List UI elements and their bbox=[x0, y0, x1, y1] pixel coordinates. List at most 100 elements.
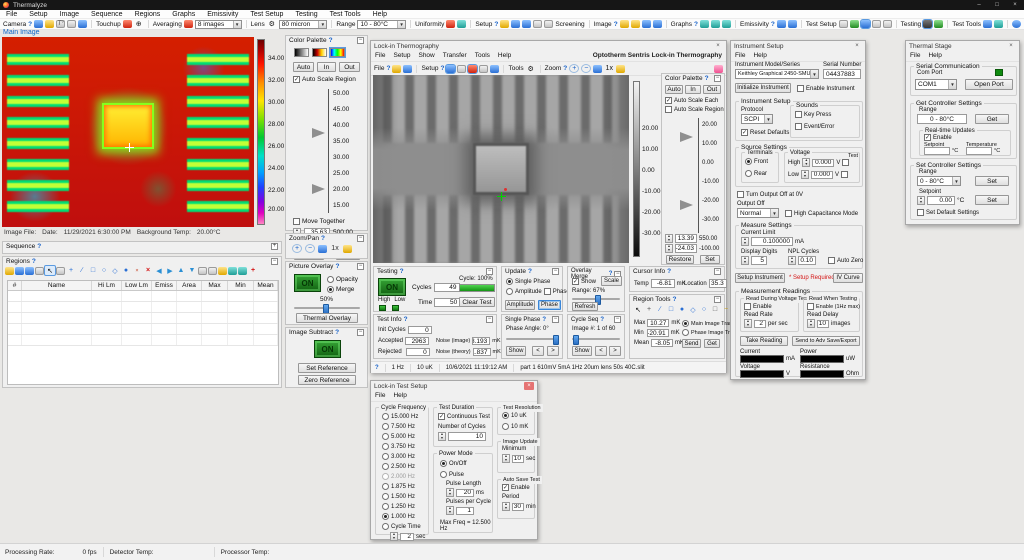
freq-7500-radio[interactable] bbox=[382, 423, 389, 430]
regions-draw-rect-icon[interactable]: □ bbox=[88, 266, 98, 275]
display-digits-field[interactable]: 5 bbox=[751, 256, 767, 265]
minimum-spinner[interactable]: ▲▼ bbox=[502, 454, 510, 463]
on-off-radio[interactable] bbox=[440, 460, 447, 467]
auto-scale-each-checkbox[interactable]: ✓ bbox=[665, 97, 672, 104]
touchup-toggle-icon[interactable] bbox=[123, 20, 132, 28]
phase-angle-thumb[interactable] bbox=[553, 335, 559, 345]
palette-grayscale-icon[interactable] bbox=[294, 48, 309, 57]
period-spinner[interactable]: ▲▼ bbox=[502, 502, 510, 511]
output-off-caret-icon[interactable]: ▼ bbox=[770, 209, 778, 217]
menu-sequence[interactable]: Sequence bbox=[85, 11, 129, 18]
testing-help-icon[interactable]: ? bbox=[400, 268, 404, 275]
menu-emissivity[interactable]: Emissivity bbox=[201, 11, 244, 18]
set-range-button[interactable]: Set bbox=[975, 176, 1009, 186]
touchup-target-icon[interactable]: ⊕ bbox=[134, 20, 144, 29]
graphs-help-icon[interactable]: ? bbox=[694, 21, 698, 28]
test-setup-stage-icon[interactable] bbox=[872, 20, 881, 28]
lockin-marker-icon[interactable] bbox=[714, 65, 723, 73]
palette-auto-button[interactable]: Auto bbox=[293, 62, 314, 72]
table-row[interactable] bbox=[8, 324, 278, 335]
regions-send-table-icon[interactable] bbox=[238, 267, 247, 275]
stage-menu-file[interactable]: File bbox=[910, 52, 920, 59]
test-info-help-icon[interactable]: ? bbox=[404, 316, 408, 323]
lockin-zoom-fit-icon[interactable] bbox=[593, 65, 602, 73]
model-select[interactable]: Keithley Graphical 2450-SMU▼ bbox=[735, 69, 819, 79]
freq-3000-radio[interactable] bbox=[382, 453, 389, 460]
period-field[interactable]: 30 bbox=[512, 503, 524, 511]
serial-field[interactable]: 04437883 bbox=[823, 69, 861, 79]
col-max[interactable]: Max bbox=[202, 281, 228, 290]
setup-open-icon[interactable] bbox=[500, 20, 509, 28]
table-row[interactable] bbox=[8, 291, 278, 302]
uniformity-toggle-icon[interactable] bbox=[446, 20, 455, 28]
update-phase-checkbox[interactable] bbox=[544, 288, 551, 295]
regions-copy-icon[interactable] bbox=[208, 267, 217, 275]
freq-1000-radio[interactable] bbox=[382, 513, 389, 520]
lockin-menu-transfer[interactable]: Transfer bbox=[443, 52, 467, 59]
camera-help-icon[interactable]: ? bbox=[28, 21, 32, 28]
regions-list-icon[interactable] bbox=[35, 267, 44, 275]
range-caret-icon[interactable]: ▼ bbox=[397, 21, 405, 28]
rt-ellipse-icon[interactable]: ● bbox=[677, 305, 687, 314]
instrument-menu-help[interactable]: Help bbox=[753, 52, 766, 59]
test-tools-image-icon[interactable] bbox=[983, 20, 992, 28]
lockin-setup-help-icon[interactable]: ? bbox=[440, 65, 444, 72]
image-open-icon[interactable] bbox=[620, 20, 629, 28]
cycle-seq-slider[interactable] bbox=[572, 338, 620, 340]
high-cap-checkbox[interactable] bbox=[785, 210, 792, 217]
regions-draw-line-icon[interactable]: ∕ bbox=[77, 266, 87, 275]
pulse-radio[interactable] bbox=[440, 471, 447, 478]
lockin-palette-auto-button[interactable]: Auto bbox=[665, 85, 683, 94]
testing-on-button[interactable]: ON bbox=[378, 278, 406, 296]
testing-collapse-icon[interactable]: − bbox=[486, 268, 493, 275]
pulse-length-spinner[interactable]: ▲▼ bbox=[446, 488, 454, 497]
set-setpoint-button[interactable]: Set bbox=[975, 195, 1009, 205]
regions-image-icon[interactable] bbox=[25, 267, 34, 275]
setup-help-icon[interactable]: ? bbox=[494, 21, 498, 28]
regions-add-point-icon[interactable]: + bbox=[66, 266, 76, 275]
clear-test-button[interactable]: Clear Test bbox=[459, 297, 495, 307]
zoom-fit-icon[interactable] bbox=[318, 245, 327, 253]
zoom-pan-collapse-icon[interactable]: − bbox=[357, 235, 364, 242]
freq-15-radio[interactable] bbox=[382, 413, 389, 420]
lockin-palette-out-button[interactable]: Out bbox=[703, 85, 721, 94]
current-limit-field[interactable]: 0.100000 bbox=[751, 237, 793, 246]
globe-icon[interactable] bbox=[1012, 20, 1021, 28]
col-name[interactable]: Name bbox=[22, 281, 92, 290]
menu-testing[interactable]: Testing bbox=[289, 11, 323, 18]
regions-delete-point-icon[interactable]: × bbox=[132, 266, 142, 275]
send-adv-button[interactable]: Send to Adv Save/Export bbox=[792, 336, 860, 346]
image-subtract-collapse-icon[interactable]: − bbox=[357, 329, 364, 336]
lockin-palette-in-button[interactable]: In bbox=[685, 85, 701, 94]
regions-draw-polygon-icon[interactable]: ◇ bbox=[110, 266, 120, 275]
cycle-time-spinner[interactable]: ▲▼ bbox=[390, 532, 398, 541]
freq-3750-radio[interactable] bbox=[382, 443, 389, 450]
regions-move-left-icon[interactable]: ◀ bbox=[154, 266, 164, 275]
regions-cut-icon[interactable] bbox=[198, 267, 207, 275]
lockin-palette-upper-slider[interactable] bbox=[680, 132, 693, 142]
ppc-field[interactable]: 1 bbox=[456, 507, 474, 515]
table-row[interactable] bbox=[8, 335, 278, 346]
col-hi-lm[interactable]: Hi Lm bbox=[92, 281, 122, 290]
rear-radio[interactable] bbox=[745, 170, 752, 177]
region-tools-help-icon[interactable]: ? bbox=[672, 296, 676, 303]
set-reference-button[interactable]: Set Reference bbox=[298, 363, 356, 373]
overlay-scale-button[interactable]: Scale bbox=[601, 276, 622, 286]
low-field[interactable]: 0.000 bbox=[811, 171, 833, 179]
opacity-radio[interactable] bbox=[327, 276, 334, 283]
picture-overlay-collapse-icon[interactable]: − bbox=[357, 263, 364, 270]
regions-open-icon[interactable] bbox=[5, 267, 14, 275]
image-snapshot-icon[interactable] bbox=[653, 20, 662, 28]
menu-test-tools[interactable]: Test Tools bbox=[324, 11, 367, 18]
overlay-range-slider[interactable] bbox=[572, 298, 620, 300]
high-field[interactable]: 0.000 bbox=[812, 159, 834, 167]
high-test-checkbox[interactable] bbox=[842, 159, 849, 166]
screening-label[interactable]: Screening bbox=[555, 21, 584, 28]
averaging-toggle-icon[interactable] bbox=[184, 20, 193, 28]
lockin-menu-tools[interactable]: Tools bbox=[475, 52, 490, 59]
minimum-field[interactable]: 10 bbox=[512, 455, 524, 463]
testing-run-icon[interactable] bbox=[923, 20, 932, 28]
overlay-show-checkbox[interactable]: ✓ bbox=[572, 278, 579, 285]
read-rate-spinner[interactable]: ▲▼ bbox=[744, 319, 752, 328]
menu-test-setup[interactable]: Test Setup bbox=[244, 11, 289, 18]
